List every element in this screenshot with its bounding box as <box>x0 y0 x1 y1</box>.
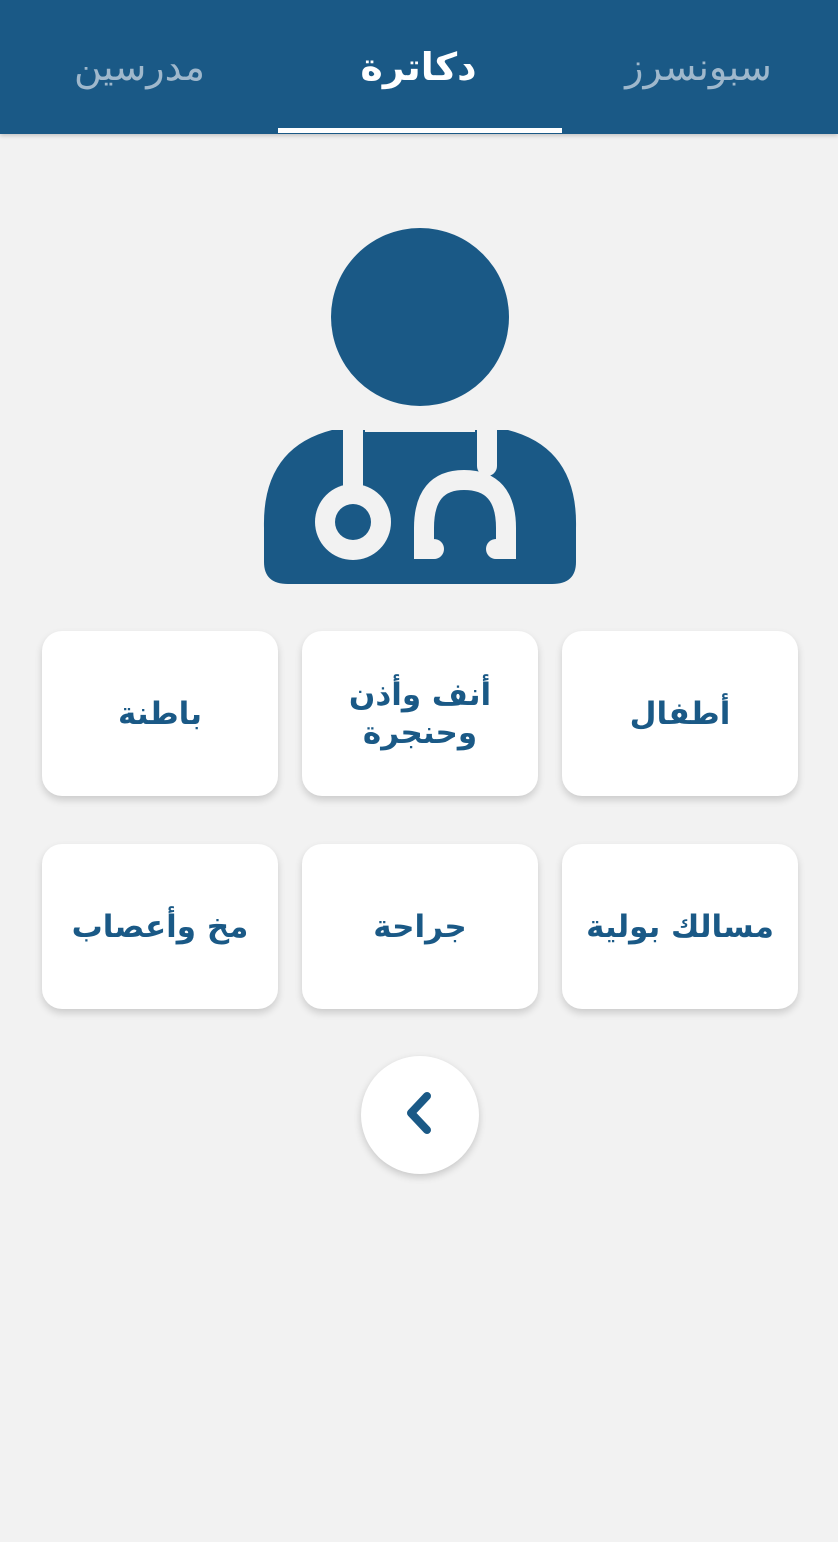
tab-doctors[interactable]: دكاترة <box>279 0 558 134</box>
active-tab-indicator <box>278 128 562 133</box>
specialty-card-ent[interactable]: أنف وأذن وحنجرة <box>302 631 538 796</box>
top-tab-bar: سبونسرز دكاترة مدرسين <box>0 0 838 134</box>
specialty-card-neurology[interactable]: مخ وأعصاب <box>42 844 278 1009</box>
tab-sponsors[interactable]: سبونسرز <box>559 0 838 134</box>
specialty-card-surgery[interactable]: جراحة <box>302 844 538 1009</box>
back-button[interactable] <box>361 1056 479 1174</box>
chevron-left-icon <box>400 1089 440 1141</box>
tab-teachers[interactable]: مدرسين <box>0 0 279 134</box>
specialty-card-urology[interactable]: مسالك بولية <box>562 844 798 1009</box>
specialty-card-internal-medicine[interactable]: باطنة <box>42 631 278 796</box>
specialty-card-pediatrics[interactable]: أطفال <box>562 631 798 796</box>
doctor-stethoscope-icon <box>262 228 578 586</box>
